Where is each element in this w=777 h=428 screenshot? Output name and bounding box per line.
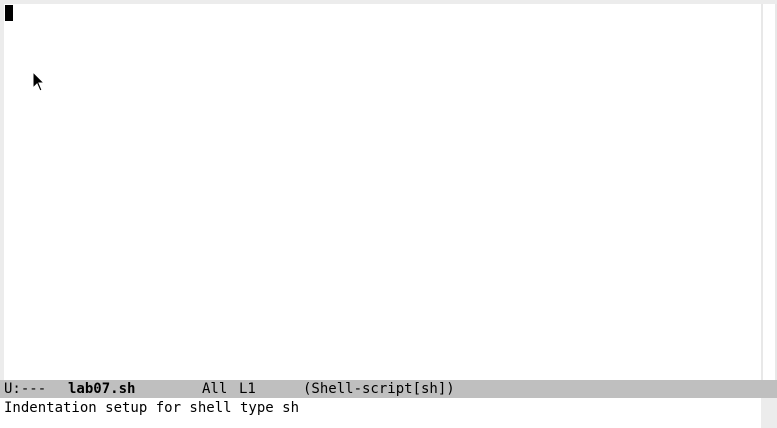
- mode-line[interactable]: U:--- lab07.sh All L1 (Shell-script[sh]): [0, 380, 777, 398]
- block-cursor-icon: [5, 5, 13, 21]
- mode-line-line-number: L1: [239, 381, 256, 397]
- emacs-frame: U:--- lab07.sh All L1 (Shell-script[sh])…: [0, 0, 777, 428]
- echo-area-scroll-gap: [761, 398, 777, 416]
- echo-area-message: Indentation setup for shell type sh: [4, 400, 300, 416]
- mode-line-buffer-name[interactable]: lab07.sh: [68, 380, 135, 398]
- buffer-text-area[interactable]: [4, 4, 761, 380]
- mode-line-major-mode[interactable]: (Shell-script[sh]): [303, 380, 455, 398]
- mode-line-status: U:---: [4, 381, 47, 397]
- arrow-pointer-icon: [32, 71, 46, 92]
- echo-area[interactable]: Indentation setup for shell type sh: [0, 398, 761, 428]
- vertical-scrollbar[interactable]: [761, 4, 777, 380]
- scrollbar-thumb[interactable]: [763, 4, 775, 380]
- mode-line-position: All: [202, 381, 228, 397]
